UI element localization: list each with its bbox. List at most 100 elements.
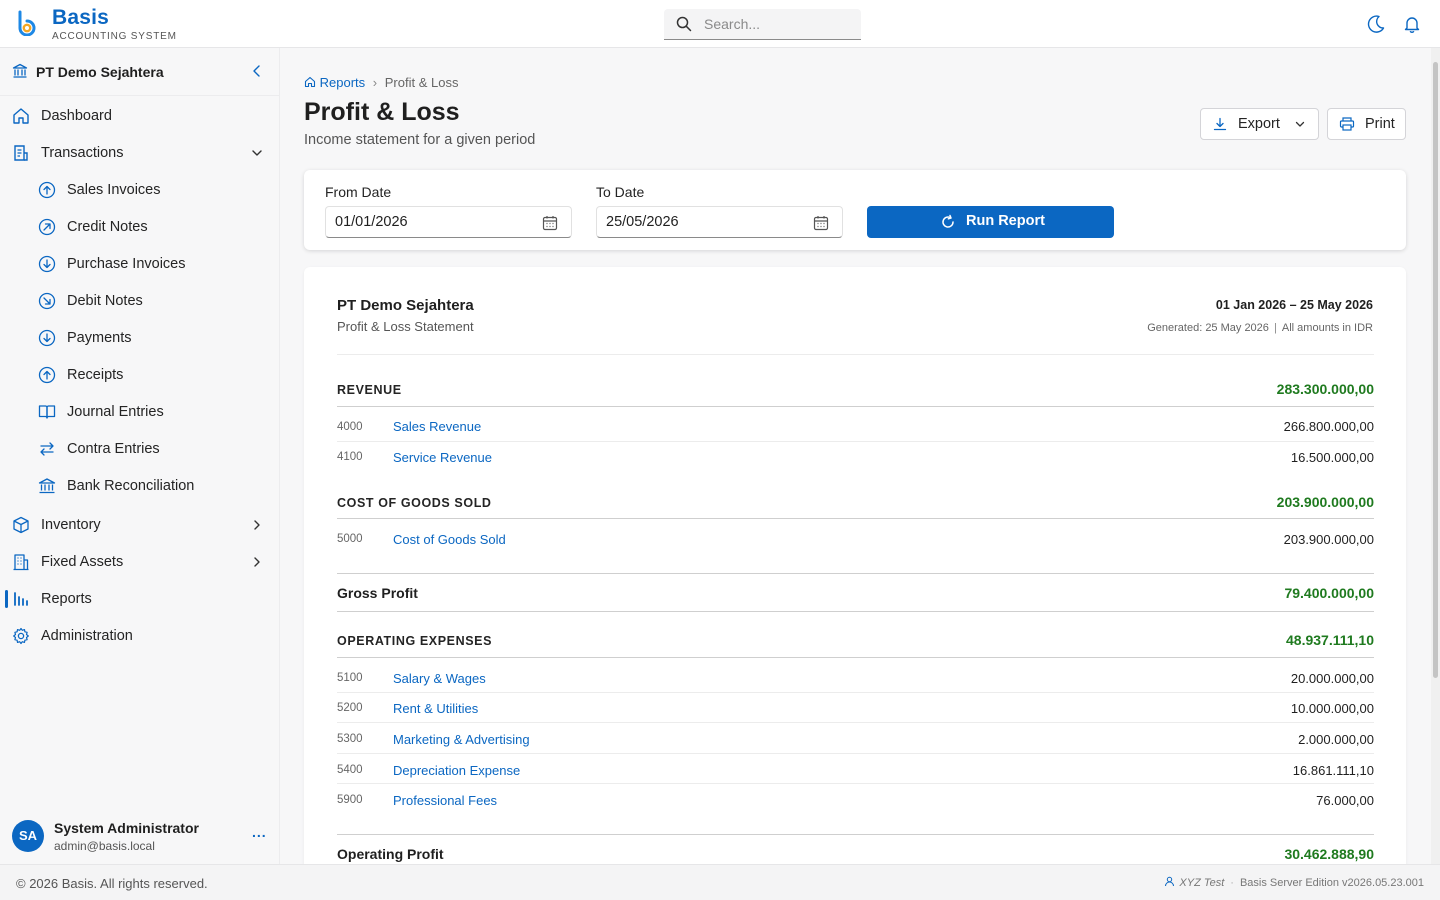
org-switcher[interactable]: PT Demo Sejahtera [0,48,280,96]
sidebar-item-label: Debit Notes [67,293,143,309]
basis-logo-icon[interactable] [16,10,40,36]
divider [337,354,1374,355]
search-box[interactable] [664,9,861,40]
sidebar-item-purchase-invoices[interactable]: Purchase Invoices [0,247,279,281]
sidebar-item-contra-entries[interactable]: Contra Entries [0,432,279,466]
account-link[interactable]: Marketing & Advertising [393,732,530,747]
account-amount: 76.000,00 [1316,793,1374,808]
sidebar-item-sales-invoices[interactable]: Sales Invoices [0,173,279,207]
divider [337,518,1374,519]
sidebar-item-label: Reports [41,591,92,607]
bar-chart-icon [14,592,28,606]
account-code: 5400 [337,764,363,776]
report-period: 01 Jan 2026 – 25 May 2026 [1215,298,1373,312]
to-date-field[interactable]: 25/05/2026 [596,206,843,238]
section-total-cogs: 203.900.000,00 [1276,494,1374,510]
user-more-button[interactable]: ... [252,824,267,840]
download-icon [1213,117,1227,131]
arrow-down-circle-icon [38,329,56,347]
report-statement-name: Profit & Loss Statement [337,319,474,334]
page-title: Profit & Loss [304,98,460,126]
account-code: 4100 [337,451,363,463]
account-link[interactable]: Sales Revenue [393,419,481,434]
top-bar: Basis ACCOUNTING SYSTEM [0,0,1440,48]
sidebar-item-reports[interactable]: Reports [0,582,279,616]
divider [337,573,1374,574]
operating-profit-label: Operating Profit [337,846,444,862]
sidebar-item-inventory[interactable]: Inventory [0,508,279,542]
run-report-button[interactable]: Run Report [867,206,1114,238]
sidebar: PT Demo Sejahtera Dashboard Transactions… [0,48,280,864]
export-button[interactable]: Export [1200,108,1319,140]
divider [337,834,1374,835]
operating-profit-amount: 30.462.888,90 [1284,846,1374,862]
sidebar-item-bank-reconciliation[interactable]: Bank Reconciliation [0,469,279,503]
brand-subtitle: ACCOUNTING SYSTEM [52,31,177,42]
avatar[interactable]: SA [12,820,44,852]
building-bank-icon [12,63,28,78]
arrow-down-right-circle-icon [38,292,56,310]
sidebar-item-payments[interactable]: Payments [0,321,279,355]
sidebar-item-journal-entries[interactable]: Journal Entries [0,395,279,429]
org-name: PT Demo Sejahtera [36,64,164,80]
report-generated-info: Generated: 25 May 2026 | All amounts in … [1147,322,1373,334]
arrow-up-circle-icon [38,366,56,384]
gross-profit-label: Gross Profit [337,585,418,601]
account-link[interactable]: Cost of Goods Sold [393,532,506,547]
account-link[interactable]: Professional Fees [393,793,497,808]
main-scrollbar[interactable] [1431,48,1440,864]
account-amount: 16.861.111,10 [1292,763,1374,778]
breadcrumb-current: Profit & Loss [384,75,459,90]
calendar-icon[interactable] [542,215,558,231]
brand-name[interactable]: Basis [52,6,109,30]
account-link[interactable]: Salary & Wages [393,671,486,686]
arrow-up-circle-icon [38,181,56,199]
sidebar-item-label: Payments [67,330,132,346]
sidebar-item-label: Fixed Assets [41,554,124,570]
account-link[interactable]: Depreciation Expense [393,763,520,778]
collapse-sidebar-icon[interactable] [250,64,264,78]
user-email: admin@basis.local [54,839,155,853]
calendar-icon[interactable] [813,215,829,231]
chevron-down-icon [252,150,262,156]
arrows-swap-icon [40,442,54,456]
sidebar-item-administration[interactable]: Administration [0,619,279,653]
user-icon [1165,876,1175,887]
account-link[interactable]: Service Revenue [393,450,492,465]
sidebar-item-label: Inventory [41,517,101,533]
user-name: System Administrator [54,820,199,836]
chevron-right-icon [254,520,260,530]
notifications-bell-icon[interactable] [1402,14,1422,34]
scrollbar-thumb[interactable] [1433,62,1438,678]
dark-mode-icon[interactable] [1366,14,1386,34]
arrow-down-circle-icon [38,255,56,273]
user-profile[interactable]: SA System Administrator admin@basis.loca… [0,810,279,862]
sidebar-item-label: Journal Entries [67,404,164,420]
sidebar-item-dashboard[interactable]: Dashboard [0,99,279,133]
search-input[interactable] [704,14,854,34]
section-total-revenue: 283.300.000,00 [1276,381,1374,397]
sidebar-item-fixed-assets[interactable]: Fixed Assets [0,545,279,579]
sidebar-item-label: Administration [41,628,133,644]
footer-version-info: XYZ Test · Basis Server Edition v2026.05.2… [1164,876,1424,889]
account-amount: 16.500.000,00 [1290,450,1374,465]
print-button[interactable]: Print [1327,108,1406,140]
environment-name: XYZ Test [1179,877,1225,889]
sidebar-item-transactions[interactable]: Transactions [0,136,279,170]
home-icon [304,76,316,88]
account-link[interactable]: Rent & Utilities [393,701,478,716]
section-title-revenue: REVENUE [337,383,402,397]
to-date-value: 25/05/2026 [606,214,679,230]
gear-icon [13,627,29,645]
sidebar-item-credit-notes[interactable]: Credit Notes [0,210,279,244]
filter-panel: From Date 01/01/2026 To Date 25/05/2026 [304,170,1406,250]
divider [337,406,1374,407]
from-date-value: 01/01/2026 [335,214,408,230]
sidebar-item-receipts[interactable]: Receipts [0,358,279,392]
section-title-cogs: COST OF GOODS SOLD [337,496,492,510]
breadcrumb-reports-link[interactable]: Reports [320,75,366,90]
account-code: 5300 [337,733,363,745]
sidebar-item-debit-notes[interactable]: Debit Notes [0,284,279,318]
sidebar-item-label: Sales Invoices [67,182,161,198]
from-date-field[interactable]: 01/01/2026 [325,206,572,238]
